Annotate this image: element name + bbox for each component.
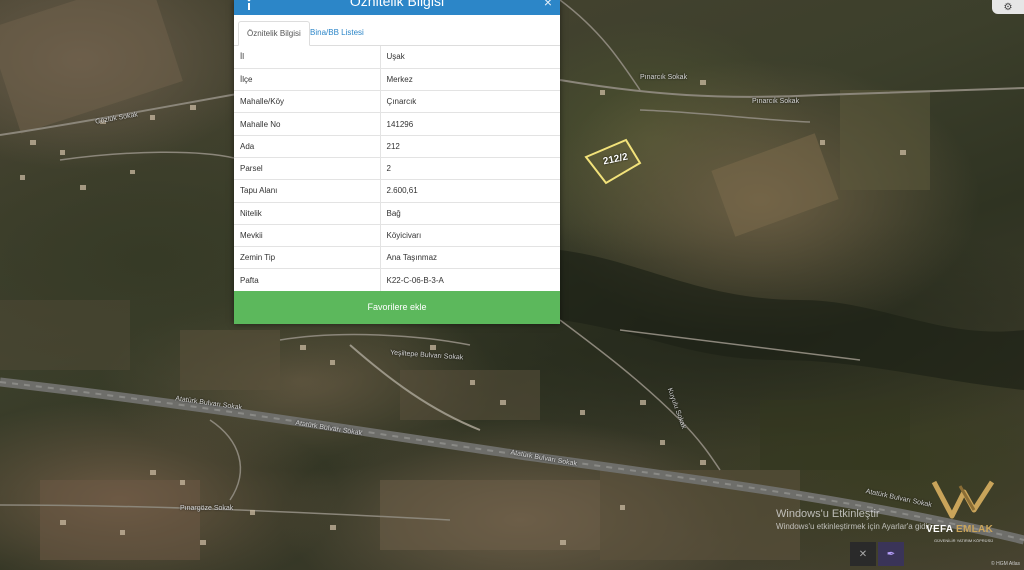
tab-building-list[interactable]: Bina/BB Listesi (302, 21, 372, 46)
table-row: Tapu Alanı 2.600,61 (234, 179, 560, 203)
tray-button-2[interactable]: ✒ (878, 542, 904, 566)
row-key: Zemin Tip (234, 246, 381, 270)
row-key: Mahalle No (234, 112, 381, 136)
row-value: 212 (380, 135, 560, 158)
map-copyright: © HGM Atlas (991, 561, 1020, 567)
row-value: Bağ (380, 202, 560, 225)
table-row: Mevkii Köyicivarı (234, 224, 560, 248)
table-row: Mahalle No 141296 (234, 112, 560, 136)
logo-slogan: GÜVENİLİR YATIRIM KÖPRÜSÜ (934, 538, 994, 543)
row-key: Parsel (234, 157, 381, 181)
row-value: Merkez (380, 68, 560, 92)
brand-part-1: VEFA (926, 524, 953, 535)
attribute-table: İl Uşak İlçe Merkez Mahalle/Köy Çınarcık Ma… (234, 46, 560, 292)
logo-mark-icon (931, 480, 995, 519)
panel-tabs: Öznitelik Bilgisi Bina/BB Listesi (234, 15, 560, 46)
road-label: Pınargöze Sokak (180, 505, 234, 512)
close-icon[interactable]: × (544, 0, 552, 10)
table-row: Zemin Tip Ana Taşınmaz (234, 246, 560, 270)
row-key: Ada (234, 135, 381, 158)
gear-icon: ⚙ (1003, 1, 1013, 13)
row-key: Mevkii (234, 224, 381, 248)
tab-attribute-info[interactable]: Öznitelik Bilgisi (238, 21, 310, 46)
add-to-favorites-button[interactable]: Favorilere ekle (234, 291, 560, 324)
row-value: Köyicivarı (380, 224, 560, 248)
logo-brand: VEFA EMLAK (926, 524, 993, 535)
row-value: 2.600,61 (380, 179, 560, 203)
panel-title: Öznitelik Bilgisi (349, 0, 445, 9)
row-key: Pafta (234, 268, 381, 292)
row-key: Tapu Alanı (234, 179, 381, 203)
vefa-emlak-logo: VEFA EMLAK GÜVENİLİR YATIRIM KÖPRÜSÜ (926, 476, 1012, 546)
table-row: İlçe Merkez (234, 68, 560, 92)
row-value: Uşak (380, 46, 560, 69)
road-label: Pınarcık Sokak (640, 74, 688, 81)
feather-icon: ✒ (886, 548, 896, 560)
table-row: Nitelik Bağ (234, 202, 560, 225)
table-row: İl Uşak (234, 46, 560, 69)
map-settings-button[interactable]: ⚙ (992, 0, 1024, 14)
attribute-panel: Öznitelik Bilgisi × Öznitelik Bilgisi Bi… (234, 0, 560, 324)
table-row: Ada 212 (234, 135, 560, 158)
tray-button-1[interactable]: ✕ (850, 542, 876, 566)
table-row: Mahalle/Köy Çınarcık (234, 90, 560, 114)
row-value: 2 (380, 157, 560, 181)
row-key: Mahalle/Köy (234, 90, 381, 114)
watermark-line2: Windows'u etkinleştirmek için Ayarlar'a … (776, 522, 935, 531)
road-label: Pınarcık Sokak (752, 98, 800, 105)
row-value: K22-C-06-B-3-A (380, 268, 560, 292)
row-key: İlçe (234, 68, 381, 92)
brand-part-2: EMLAK (956, 524, 994, 535)
watermark-line1: Windows'u Etkinleştir (776, 508, 880, 520)
pen-off-icon: ✕ (858, 548, 868, 560)
row-value: Ana Taşınmaz (380, 246, 560, 270)
panel-header: Öznitelik Bilgisi × (234, 0, 560, 15)
row-key: İl (234, 46, 381, 69)
row-value: 141296 (380, 112, 560, 136)
table-row: Pafta K22-C-06-B-3-A (234, 268, 560, 292)
table-row: Parsel 2 (234, 157, 560, 181)
row-key: Nitelik (234, 202, 381, 225)
row-value: Çınarcık (380, 90, 560, 114)
windows-activation-watermark: Windows'u Etkinleştir Windows'u etkinleş… (776, 508, 934, 531)
